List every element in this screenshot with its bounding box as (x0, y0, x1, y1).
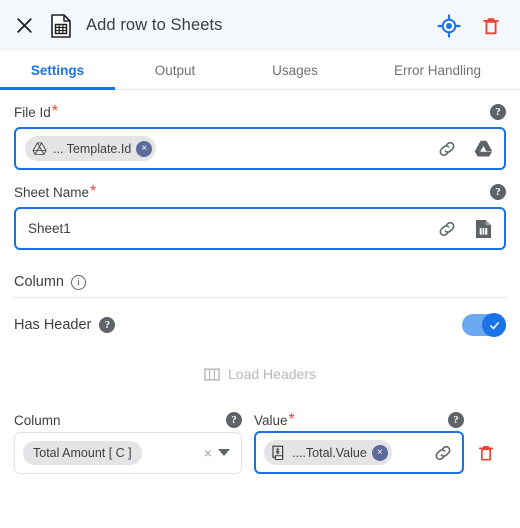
column-section-header: Column i (14, 274, 506, 298)
chevron-down-icon[interactable] (218, 449, 230, 456)
sheet-name-label-row: Sheet Name * ? (14, 177, 506, 207)
sheet-document-glyph (475, 219, 491, 238)
load-headers-row: Load Headers (14, 357, 506, 391)
column-select[interactable]: Total Amount [ C ] × (14, 431, 242, 474)
sheet-name-help-icon[interactable]: ? (490, 184, 506, 200)
file-id-label: File Id (14, 104, 51, 120)
column-selected-chip: Total Amount [ C ] (23, 440, 142, 465)
value-token-remove-icon[interactable]: × (371, 444, 388, 461)
target-crosshair-glyph (437, 13, 461, 38)
file-id-token-chip[interactable]: ... Template.Id × (25, 136, 157, 161)
tab-error-handling[interactable]: Error Handling (355, 51, 520, 89)
sheet-name-input[interactable]: Sheet1 (14, 207, 506, 250)
column-selected-value: Total Amount [ C ] (33, 445, 132, 460)
delete-mapping-row-button[interactable] (472, 439, 500, 467)
file-id-token-text: ... Template.Id (53, 141, 132, 156)
column-label-cell: Column ? (14, 411, 242, 429)
column-label: Column (14, 412, 61, 428)
page-title: Add row to Sheets (86, 16, 223, 34)
value-help-icon[interactable]: ? (448, 412, 464, 428)
file-id-link-icon[interactable] (436, 138, 458, 160)
value-required-marker: * (288, 411, 295, 428)
tab-output[interactable]: Output (115, 51, 235, 89)
column-section-title: Column (14, 274, 64, 290)
sheets-file-glyph (51, 13, 71, 38)
sheets-file-icon (48, 13, 74, 39)
sheet-name-link-icon[interactable] (436, 218, 458, 240)
add-row-to-sheets-panel: Add row to Sheets Settings Output Usages… (0, 0, 520, 528)
has-header-toggle[interactable] (462, 313, 506, 337)
value-link-icon[interactable] (432, 442, 454, 464)
has-header-help-icon[interactable]: ? (99, 317, 116, 333)
row-delete-cell (464, 439, 508, 467)
toggle-knob (482, 313, 506, 337)
columns-glyph (204, 367, 220, 381)
google-drive-glyph (32, 141, 47, 155)
load-headers-label: Load Headers (228, 366, 316, 382)
tab-settings[interactable]: Settings (0, 51, 115, 90)
column-clear-icon[interactable]: × (198, 445, 218, 461)
value-label-cell: Value * ? (254, 411, 464, 429)
value-token-chip[interactable]: ....Total.Value × (264, 440, 392, 465)
close-icon[interactable] (10, 12, 38, 40)
link-chain-glyph (439, 221, 455, 236)
column-select-cell: Total Amount [ C ] × (14, 431, 242, 474)
value-label: Value (254, 412, 288, 428)
column-value-field-row: Total Amount [ C ] × ....Total.Value × (14, 431, 506, 474)
has-header-row: Has Header ? (14, 303, 506, 347)
close-glyph (16, 18, 32, 33)
google-drive-filled-glyph (474, 140, 492, 157)
invoice-dollar-glyph (271, 445, 283, 460)
sheet-name-value: Sheet1 (28, 221, 71, 236)
settings-body: File Id * ? ... Template.Id × Sheet Name… (0, 97, 520, 474)
file-id-input[interactable]: ... Template.Id × (14, 127, 506, 170)
file-id-token-remove-icon[interactable]: × (136, 140, 153, 157)
sheet-name-picker-icon[interactable] (472, 218, 494, 240)
file-id-required-marker: * (51, 103, 58, 120)
target-crosshair-icon[interactable] (434, 11, 464, 41)
google-drive-icon (31, 140, 48, 157)
column-value-label-row: Column ? Value * ? (14, 411, 506, 429)
has-header-label: Has Header (14, 317, 92, 333)
column-info-icon[interactable]: i (70, 274, 86, 290)
panel-header: Add row to Sheets (0, 0, 520, 51)
tab-bar: Settings Output Usages Error Handling (0, 51, 520, 90)
value-token-text: ....Total.Value (292, 445, 367, 460)
columns-icon (204, 367, 220, 382)
trash-icon (478, 445, 494, 460)
file-id-help-icon[interactable]: ? (490, 104, 506, 120)
trash-icon (483, 17, 499, 34)
link-chain-glyph (435, 445, 451, 460)
check-icon (489, 321, 499, 329)
load-headers-button[interactable]: Load Headers (204, 366, 316, 382)
file-id-label-row: File Id * ? (14, 97, 506, 127)
sheet-name-required-marker: * (90, 183, 97, 200)
sheet-name-label: Sheet Name (14, 184, 90, 200)
file-id-drive-picker-icon[interactable] (472, 138, 494, 160)
value-input[interactable]: ....Total.Value × (254, 431, 464, 474)
link-chain-glyph (439, 141, 455, 156)
delete-node-button[interactable] (476, 11, 506, 41)
tab-usages[interactable]: Usages (235, 51, 355, 89)
invoice-dollar-icon (270, 444, 287, 461)
column-help-icon[interactable]: ? (226, 412, 242, 428)
value-input-cell: ....Total.Value × (254, 431, 464, 474)
